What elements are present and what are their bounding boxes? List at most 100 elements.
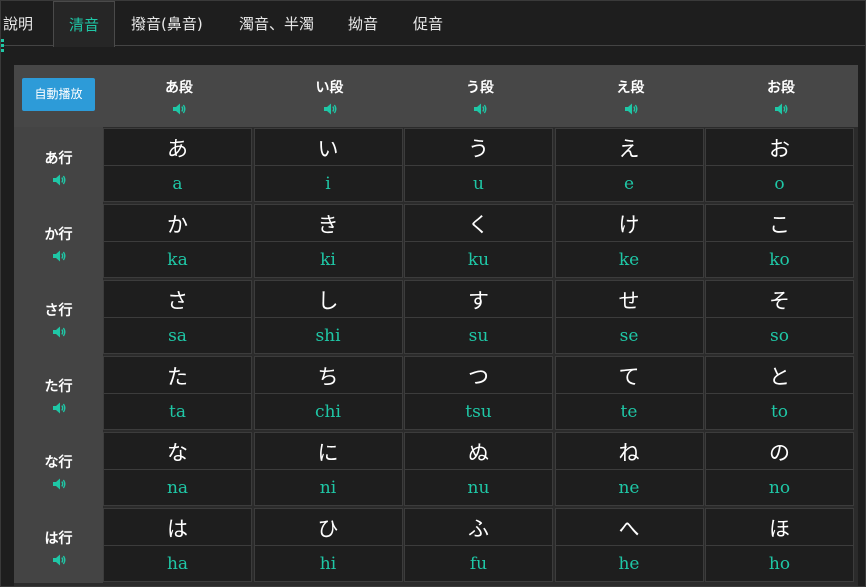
column-label: お段: [767, 80, 795, 96]
column-header: え段: [556, 65, 706, 127]
kana-cell[interactable]: は ha: [103, 508, 252, 582]
kana-cell[interactable]: け ke: [554, 204, 704, 278]
kana-cell[interactable]: き ki: [253, 204, 403, 278]
kana-cell[interactable]: あa: [103, 128, 252, 202]
kana-cell[interactable]: おo: [705, 128, 854, 202]
kana-cell[interactable]: く ku: [404, 204, 553, 278]
kana-character: か: [104, 205, 251, 242]
romaji-text: u: [473, 174, 484, 194]
romaji-text: tsu: [465, 402, 492, 422]
row-header: か行: [14, 203, 103, 279]
speaker-icon[interactable]: [52, 324, 66, 338]
romaji-text: chi: [315, 402, 341, 422]
column-header: い段: [255, 65, 405, 127]
romaji-text: ka: [167, 250, 188, 270]
romaji-text: ha: [166, 554, 189, 574]
tab-explanation[interactable]: 說明: [3, 1, 33, 45]
romaji-text: a: [172, 174, 183, 194]
kana-character: へ: [555, 509, 703, 546]
kana-character: ち: [254, 357, 402, 394]
tab-youon[interactable]: 拗音: [348, 1, 378, 45]
romaji-text: he: [618, 554, 640, 574]
speaker-icon[interactable]: [624, 101, 638, 115]
kana-cell[interactable]: の no: [705, 432, 854, 506]
speaker-icon[interactable]: [774, 101, 788, 115]
kana-character: お: [706, 129, 853, 166]
kana-character: す: [405, 281, 552, 318]
kana-character: き: [254, 205, 402, 242]
speaker-icon[interactable]: [473, 101, 487, 115]
tab-seion[interactable]: 清音: [53, 1, 115, 47]
kana-character: そ: [706, 281, 853, 318]
romaji-text: ki: [320, 250, 336, 270]
kana-character: は: [104, 509, 251, 546]
kana-cell[interactable]: か ka: [103, 204, 252, 278]
kana-cell[interactable]: こ ko: [705, 204, 854, 278]
kana-character: て: [555, 357, 703, 394]
kana-character: け: [555, 205, 703, 242]
speaker-icon[interactable]: [323, 101, 337, 115]
kana-cell[interactable]: つ tsu: [404, 356, 553, 430]
column-label: い段: [315, 80, 344, 96]
kana-cell[interactable]: ほ ho: [705, 508, 854, 582]
kana-character: あ: [104, 129, 251, 166]
row-header: た行: [14, 355, 103, 431]
kana-cell[interactable]: ふ fu: [404, 508, 553, 582]
kana-character: ほ: [706, 509, 853, 546]
kana-cell[interactable]: ね ne: [554, 432, 704, 506]
kana-table: 自動播放 あ段 い段 う段 え段 お段 あ行あ a い i う u え e お o か行か ka き ki く ku け…: [14, 65, 858, 586]
row-label: さ行: [44, 303, 73, 319]
kana-character: な: [104, 433, 251, 470]
kana-cell[interactable]: いi: [253, 128, 403, 202]
row-label: な行: [44, 455, 73, 471]
kana-cell[interactable]: に ni: [253, 432, 403, 506]
row-header: あ行: [14, 127, 103, 203]
kana-cell[interactable]: と to: [705, 356, 854, 430]
kana-cell[interactable]: えe: [554, 128, 704, 202]
speaker-icon[interactable]: [52, 400, 66, 414]
kana-cell[interactable]: へ he: [554, 508, 704, 582]
kana-cell[interactable]: そ so: [705, 280, 854, 354]
romaji-text: ko: [769, 250, 790, 270]
speaker-icon[interactable]: [52, 476, 66, 490]
row-label: は行: [44, 531, 73, 547]
tab-dakuon[interactable]: 濁音、半濁: [239, 1, 314, 45]
drag-handle[interactable]: [1, 39, 4, 53]
kana-cell[interactable]: た ta: [103, 356, 252, 430]
speaker-icon[interactable]: [52, 552, 66, 566]
kana-cell[interactable]: て te: [554, 356, 704, 430]
kana-cell[interactable]: せ se: [554, 280, 704, 354]
tab-bar: 說明 清音 撥音(鼻音) 濁音、半濁 拗音 促音: [1, 1, 865, 47]
romaji-text: ni: [319, 478, 337, 498]
kana-cell[interactable]: な na: [103, 432, 252, 506]
romaji-text: e: [623, 174, 635, 194]
kana-character: こ: [706, 205, 853, 242]
kana-character: せ: [555, 281, 703, 318]
kana-cell[interactable]: うu: [404, 128, 553, 202]
kana-cell[interactable]: さ sa: [103, 280, 252, 354]
romaji-text: so: [770, 326, 789, 346]
kana-cell[interactable]: し shi: [253, 280, 403, 354]
speaker-icon[interactable]: [52, 172, 66, 186]
tab-hatsuon[interactable]: 撥音(鼻音): [131, 1, 203, 45]
romaji-text: na: [166, 478, 189, 498]
kana-character: し: [254, 281, 402, 318]
row-header: は行: [14, 507, 103, 583]
romaji-text: sa: [168, 326, 187, 346]
kana-character: ふ: [405, 509, 552, 546]
kana-cell[interactable]: す su: [404, 280, 553, 354]
tab-sokuon[interactable]: 促音: [413, 1, 443, 45]
speaker-icon[interactable]: [52, 248, 66, 262]
kana-cell[interactable]: ち chi: [253, 356, 403, 430]
kana-character: ぬ: [405, 433, 552, 470]
kana-cell[interactable]: ひ hi: [253, 508, 403, 582]
row-header: な行: [14, 431, 103, 507]
romaji-text: o: [774, 174, 785, 194]
autoplay-button[interactable]: 自動播放: [22, 78, 95, 111]
column-label: う段: [466, 80, 494, 96]
speaker-icon[interactable]: [172, 101, 186, 115]
row-header: さ行: [14, 279, 103, 355]
romaji-text: fu: [469, 554, 488, 574]
row-label: た行: [44, 379, 73, 395]
kana-cell[interactable]: ぬ nu: [404, 432, 553, 506]
